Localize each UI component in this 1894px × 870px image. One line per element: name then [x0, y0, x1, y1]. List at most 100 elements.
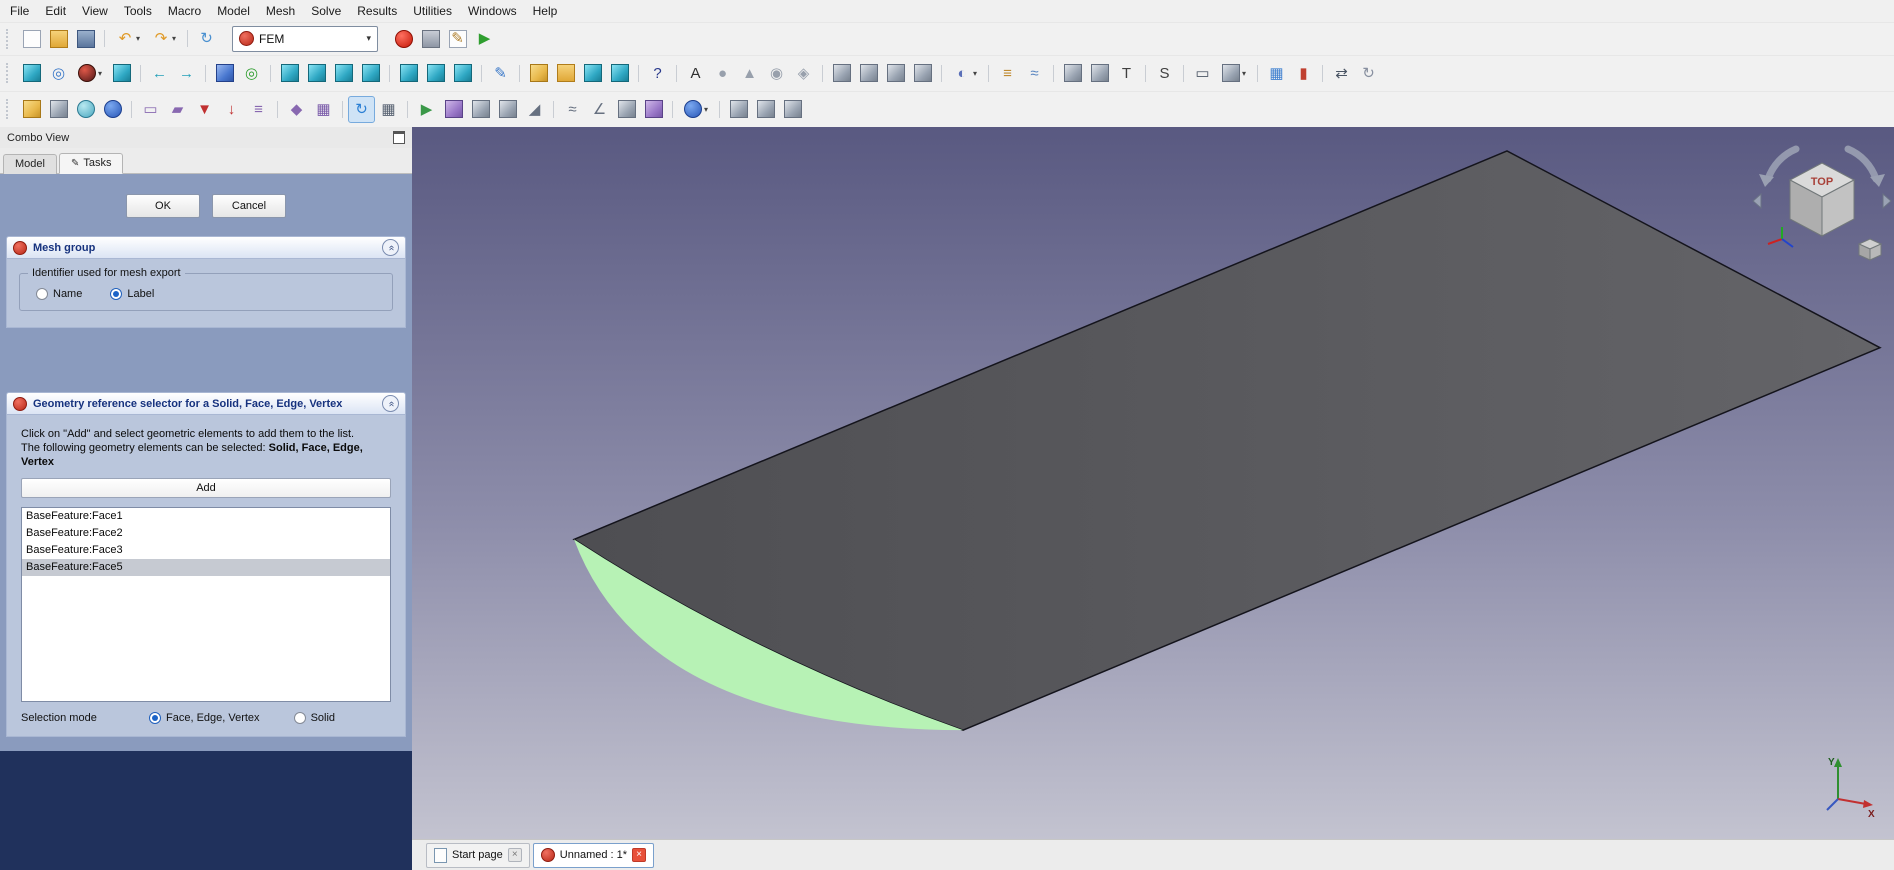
undo-icon[interactable]: ↶	[110, 25, 146, 52]
thermometer-icon[interactable]: ▮	[1290, 60, 1317, 87]
create-group-icon[interactable]	[552, 60, 579, 87]
workbench-selector[interactable]: FEM	[232, 26, 378, 52]
fem-solver-icon[interactable]	[45, 96, 72, 123]
menu-item[interactable]: Solve	[303, 1, 349, 21]
solver-icon[interactable]: S	[1151, 60, 1178, 87]
fem-mesh-refresh-icon[interactable]: ↻	[348, 96, 375, 123]
list-item[interactable]: BaseFeature:Face5	[22, 559, 390, 576]
spreadsheet-icon[interactable]: ▦	[1263, 60, 1290, 87]
sync-selection-icon[interactable]: ◎	[238, 60, 265, 87]
fem-examples-icon[interactable]	[725, 96, 752, 123]
post-scalar-clip-icon[interactable]	[494, 96, 521, 123]
cancel-button[interactable]: Cancel	[212, 194, 286, 218]
create-part-icon[interactable]	[525, 60, 552, 87]
post-filter-icon[interactable]	[613, 96, 640, 123]
list-item[interactable]: BaseFeature:Face3	[22, 542, 390, 559]
close-tab-button[interactable]: ×	[508, 848, 522, 862]
draw-style-icon[interactable]	[72, 60, 108, 87]
ellipsoid-icon[interactable]: ●	[709, 60, 736, 87]
placement-icon[interactable]	[1059, 60, 1086, 87]
menu-item[interactable]: Edit	[37, 1, 74, 21]
fem-constraint-pressure-icon[interactable]: ≡	[245, 96, 272, 123]
fem-beam-section-icon[interactable]: ▭	[137, 96, 164, 123]
units-converter-icon[interactable]: ⇄	[1328, 60, 1355, 87]
shape-builder-icon[interactable]: ◈	[790, 60, 817, 87]
menu-item[interactable]: Tools	[116, 1, 160, 21]
menu-item[interactable]: Macro	[160, 1, 209, 21]
combo-view-tab[interactable]: Model	[3, 154, 57, 174]
radio-option[interactable]: Label	[110, 288, 154, 300]
view-front-icon[interactable]	[303, 60, 330, 87]
document-tab[interactable]: Start page ×	[426, 843, 530, 868]
mesh-group-header[interactable]: Mesh group	[6, 236, 406, 259]
view-right-icon[interactable]	[357, 60, 384, 87]
menu-item[interactable]: Help	[525, 1, 566, 21]
alignment-icon[interactable]: T	[1113, 60, 1140, 87]
compound-icon[interactable]	[909, 60, 936, 87]
fem-constraint-fixed-icon[interactable]: ▼	[191, 96, 218, 123]
bounding-box-icon[interactable]	[108, 60, 135, 87]
post-cut-function-icon[interactable]: ◢	[521, 96, 548, 123]
geometry-selector-header[interactable]: Geometry reference selector for a Solid,…	[6, 392, 406, 415]
toolbar-grip[interactable]	[6, 29, 12, 49]
wing-top-surface[interactable]	[574, 151, 1880, 730]
refresh-icon[interactable]: ↻	[193, 25, 220, 52]
dependency-refresh-icon[interactable]: ↻	[1355, 60, 1382, 87]
clipping-plane-icon[interactable]: ◐	[947, 60, 983, 87]
torus-icon[interactable]: ◉	[763, 60, 790, 87]
fem-analysis-icon[interactable]	[18, 96, 45, 123]
post-linearized-stresses-icon[interactable]: ∠	[586, 96, 613, 123]
file-save-icon[interactable]	[72, 25, 99, 52]
measure-distance-icon[interactable]: ✎	[487, 60, 514, 87]
view-fit-all-icon[interactable]	[18, 60, 45, 87]
section-plane-icon[interactable]: ≈	[1021, 60, 1048, 87]
list-item[interactable]: BaseFeature:Face2	[22, 525, 390, 542]
cross-sections-icon[interactable]: ≡	[994, 60, 1021, 87]
menu-item[interactable]: File	[2, 1, 37, 21]
view-top-icon[interactable]	[330, 60, 357, 87]
toolbar-grip[interactable]	[6, 99, 12, 119]
collapse-button[interactable]	[382, 395, 399, 412]
redo-icon[interactable]: ↷	[146, 25, 182, 52]
make-link-icon[interactable]	[579, 60, 606, 87]
file-new-icon[interactable]	[18, 25, 45, 52]
fem-mesh-boundary-icon[interactable]	[779, 96, 806, 123]
post-warp-icon[interactable]	[440, 96, 467, 123]
navigation-cube[interactable]: TOP	[1752, 135, 1892, 267]
view-isometric-icon[interactable]	[276, 60, 303, 87]
close-tab-button[interactable]: ×	[632, 848, 646, 862]
measure-linear-icon[interactable]: ▭	[1189, 60, 1216, 87]
boolean-common-icon[interactable]	[882, 60, 909, 87]
macro-edit-icon[interactable]: ✎	[444, 25, 471, 52]
view-next-icon[interactable]: →	[173, 60, 200, 87]
view-bottom-icon[interactable]	[422, 60, 449, 87]
fem-mesh-region-icon[interactable]: ▦	[375, 96, 402, 123]
rotate-ccw-arrow-icon[interactable]	[1768, 149, 1796, 179]
macro-record-icon[interactable]	[390, 25, 417, 52]
menu-item[interactable]: Mesh	[258, 1, 303, 21]
view-rear-icon[interactable]	[395, 60, 422, 87]
add-button[interactable]: Add	[21, 478, 391, 498]
post-pipeline-icon[interactable]: ▶	[413, 96, 440, 123]
boolean-union-icon[interactable]	[828, 60, 855, 87]
whats-this-icon[interactable]: ?	[644, 60, 671, 87]
menu-item[interactable]: Utilities	[405, 1, 460, 21]
document-tab[interactable]: Unnamed : 1* ×	[533, 843, 654, 868]
fem-constraint-force-icon[interactable]: ↓	[218, 96, 245, 123]
list-item[interactable]: BaseFeature:Face1	[22, 508, 390, 525]
fem-mesh-netgen-icon[interactable]: ▦	[310, 96, 337, 123]
fem-material-fluid-icon[interactable]	[99, 96, 126, 123]
fem-shell-thickness-icon[interactable]: ▰	[164, 96, 191, 123]
link-navigate-icon[interactable]	[211, 60, 238, 87]
pan-right-arrow-icon[interactable]	[1883, 194, 1891, 208]
cone-icon[interactable]: ▲	[736, 60, 763, 87]
transform-icon[interactable]	[1086, 60, 1113, 87]
fem-mesh-display-icon[interactable]	[752, 96, 779, 123]
combo-view-tab[interactable]: ✎ Tasks	[59, 153, 124, 174]
menu-item[interactable]: View	[74, 1, 116, 21]
pan-left-arrow-icon[interactable]	[1753, 194, 1761, 208]
menu-item[interactable]: Windows	[460, 1, 525, 21]
radio-option[interactable]: Solid	[294, 712, 335, 724]
menu-item[interactable]: Model	[209, 1, 258, 21]
3d-viewport[interactable]: TOP Y X	[412, 127, 1894, 839]
